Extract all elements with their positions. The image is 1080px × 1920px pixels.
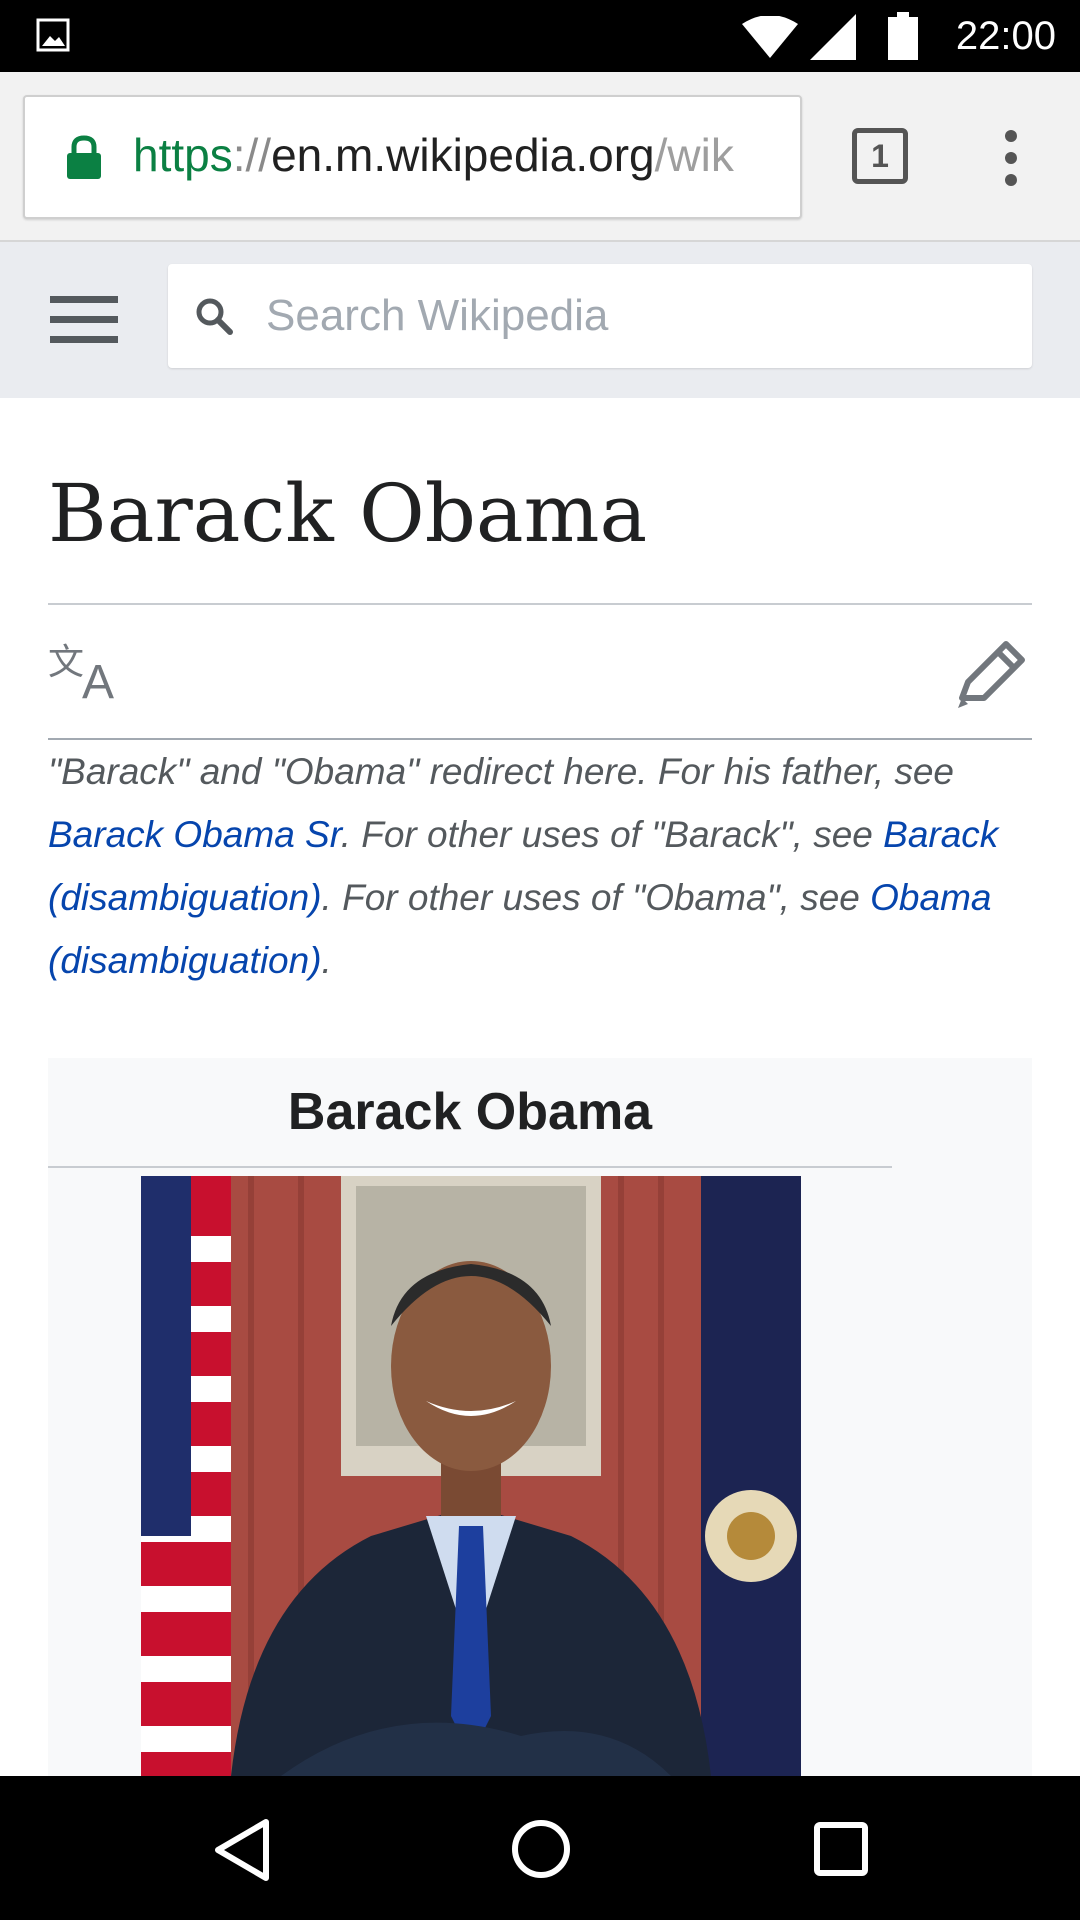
battery-icon xyxy=(888,12,918,60)
browser-toolbar: https://en.m.wikipedia.org/wik 1 xyxy=(0,72,1080,242)
url-separator: :// xyxy=(232,129,272,181)
wiki-header: Search Wikipedia xyxy=(0,242,1080,398)
gallery-icon xyxy=(36,18,70,52)
hamburger-menu-icon[interactable] xyxy=(50,294,118,346)
link-barack-obama-sr[interactable]: Barack Obama Sr xyxy=(48,814,341,855)
lock-icon[interactable] xyxy=(65,135,103,179)
overflow-menu-icon[interactable] xyxy=(994,126,1028,190)
hatnote-text: . For other uses of "Obama", see xyxy=(321,877,871,918)
language-icon[interactable]: 文 A xyxy=(48,640,128,702)
status-time: 22:00 xyxy=(955,14,1056,58)
url-text[interactable]: https://en.m.wikipedia.org/wik xyxy=(133,127,798,183)
infobox-divider xyxy=(48,1166,892,1168)
search-icon xyxy=(196,298,233,335)
status-bar: 22:00 xyxy=(0,0,1080,72)
nav-bar xyxy=(0,1776,1080,1920)
url-bar[interactable]: https://en.m.wikipedia.org/wik xyxy=(23,95,802,219)
url-scheme: https xyxy=(133,129,233,181)
svg-text:A: A xyxy=(82,656,114,702)
hatnote-text: "Barack" and "Obama" redirect here. For … xyxy=(48,751,955,792)
hatnote: "Barack" and "Obama" redirect here. For … xyxy=(48,740,1038,992)
url-path: /wik xyxy=(654,129,734,181)
search-placeholder: Search Wikipedia xyxy=(266,291,609,340)
hatnote-text: . For other uses of "Barack", see xyxy=(340,814,884,855)
signal-icon xyxy=(810,14,856,60)
tab-switcher-icon[interactable]: 1 xyxy=(852,128,908,184)
edit-pencil-icon[interactable] xyxy=(954,638,1030,710)
svg-text:文: 文 xyxy=(48,642,84,683)
home-icon[interactable] xyxy=(510,1818,572,1880)
recents-icon[interactable] xyxy=(814,1822,868,1876)
title-divider xyxy=(48,603,1032,605)
wifi-icon xyxy=(742,16,798,58)
infobox-title: Barack Obama xyxy=(287,1083,653,1141)
portrait-photo[interactable] xyxy=(141,1176,801,1776)
page-title: Barack Obama xyxy=(48,467,648,560)
search-input[interactable]: Search Wikipedia xyxy=(168,264,1032,368)
url-host: en.m.wikipedia.org xyxy=(271,129,655,181)
hatnote-text: . xyxy=(321,940,332,981)
infobox: Barack Obama xyxy=(48,1058,1032,1778)
back-icon[interactable] xyxy=(212,1818,272,1882)
